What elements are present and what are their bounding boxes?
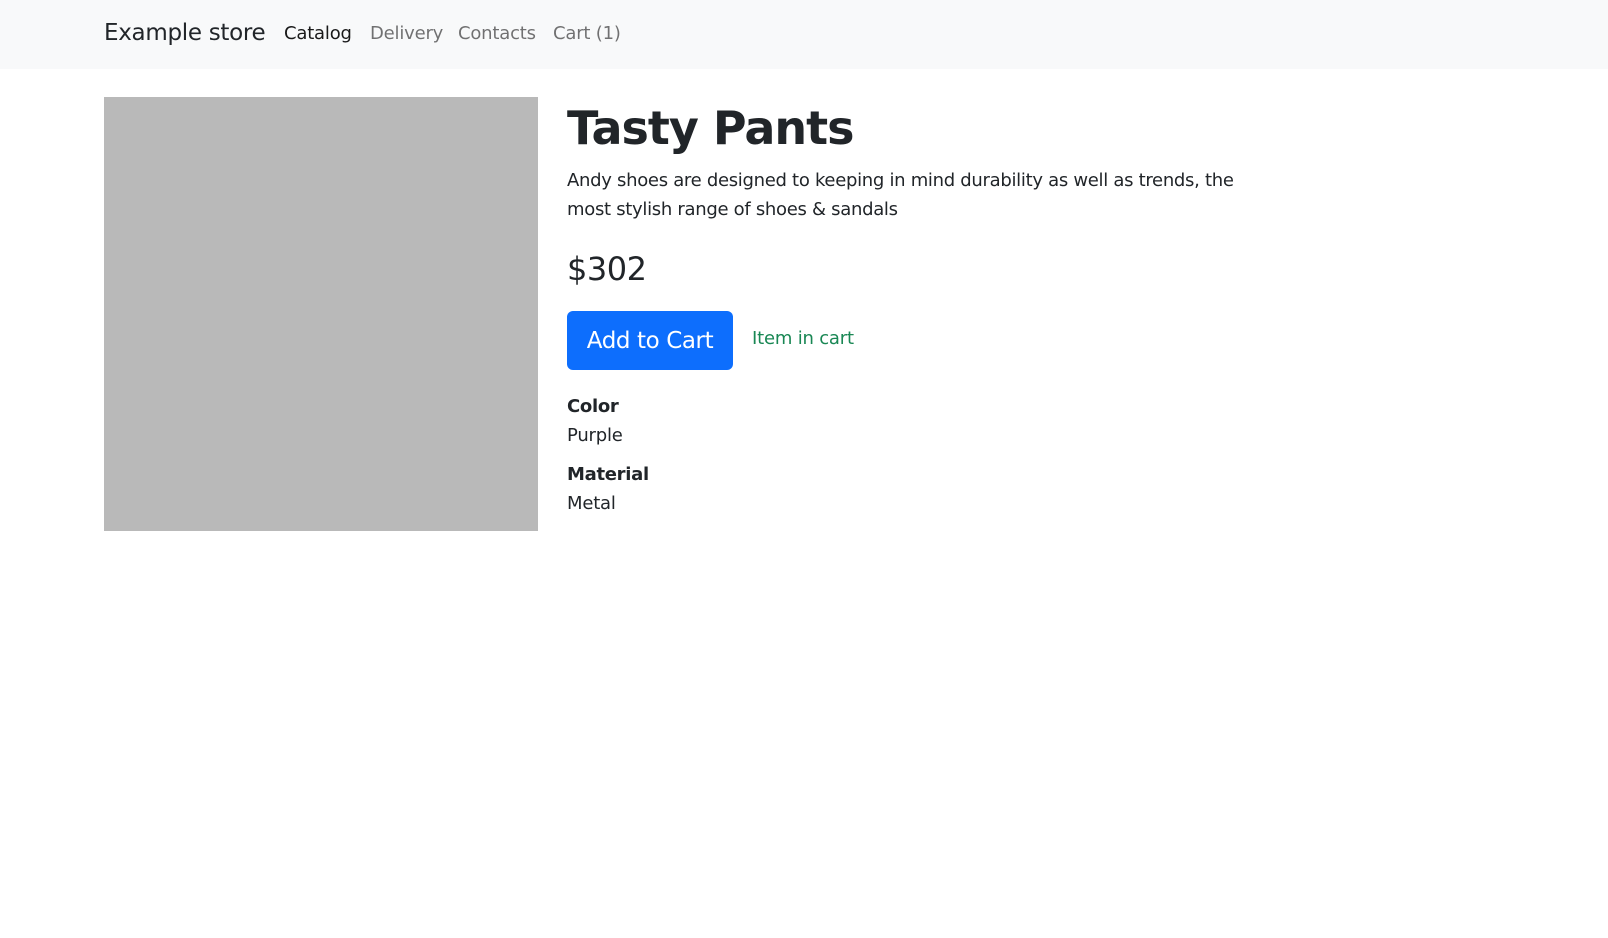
product-description: Andy shoes are designed to keeping in mi… (567, 170, 1234, 220)
spec-label-material: Material (567, 464, 649, 485)
nav-link-delivery[interactable]: Delivery (370, 23, 443, 44)
product-info: Tasty Pants Andy shoes are designed to k… (567, 97, 1237, 528)
spec-value-material: Metal (567, 493, 616, 514)
product-price: $302 (567, 250, 647, 288)
product-specs: Color Purple Material Metal (567, 392, 1237, 518)
navbar: Example store Catalog Delivery Contacts … (0, 0, 1608, 69)
spec-label-color: Color (567, 396, 619, 417)
nav-link-contacts[interactable]: Contacts (458, 23, 536, 44)
product-image-placeholder (104, 97, 538, 531)
nav-link-catalog[interactable]: Catalog (284, 23, 352, 44)
in-cart-status: Item in cart (752, 328, 854, 349)
brand-link[interactable]: Example store (104, 20, 266, 46)
spec-value-color: Purple (567, 425, 623, 446)
product-title: Tasty Pants (567, 101, 855, 155)
nav-link-cart[interactable]: Cart (1) (553, 23, 621, 44)
add-to-cart-button[interactable]: Add to Cart (567, 311, 733, 370)
product-actions: Add to Cart Item in cart (567, 311, 1237, 370)
